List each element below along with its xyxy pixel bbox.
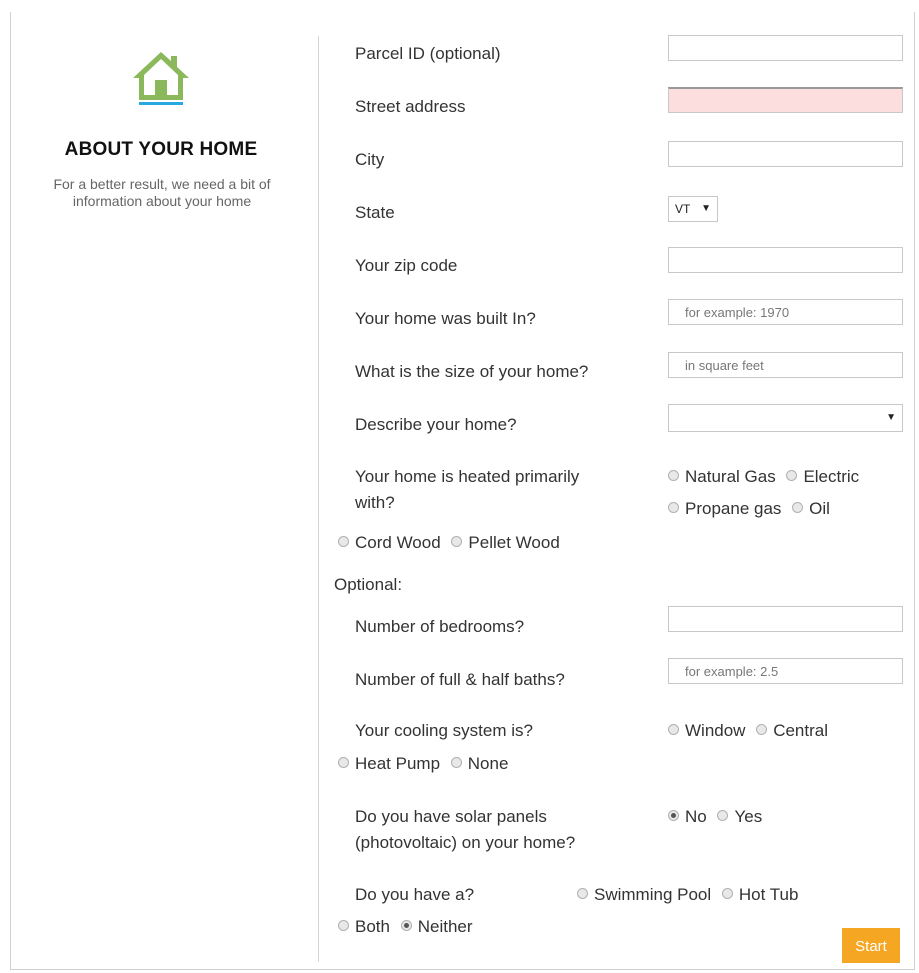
street-address-input[interactable] — [668, 87, 903, 113]
radio-central[interactable]: Central — [756, 718, 828, 744]
radio-both[interactable]: Both — [338, 914, 390, 940]
state-label: State — [355, 203, 395, 222]
baths-label: Number of full & half baths? — [355, 670, 565, 689]
pool-radio-row2: Both Neither — [338, 914, 479, 940]
zip-label: Your zip code — [355, 256, 458, 275]
solar-label-line1: Do you have solar panels — [355, 807, 547, 826]
city-label: City — [355, 150, 385, 169]
chevron-down-icon: ▼ — [701, 203, 711, 214]
radio-button[interactable] — [338, 757, 349, 768]
radio-swimming-pool[interactable]: Swimming Pool — [577, 882, 711, 908]
bedrooms-label: Number of bedrooms? — [355, 617, 525, 636]
radio-button[interactable] — [338, 920, 349, 931]
heating-radio-row3: Cord Wood Pellet Wood — [338, 530, 566, 556]
radio-solar-no[interactable]: No — [668, 804, 707, 830]
start-button[interactable]: Start — [842, 928, 900, 963]
column-divider — [318, 36, 319, 962]
radio-button-checked[interactable] — [668, 810, 679, 821]
radio-solar-yes[interactable]: Yes — [717, 804, 762, 830]
describe-select[interactable]: ▼ — [668, 404, 903, 432]
cooling-radio-row2: Heat Pump None — [338, 751, 514, 777]
radio-button[interactable] — [451, 536, 463, 547]
pool-radio-row1: Swimming Pool Hot Tub — [577, 882, 804, 908]
section-subtitle: For a better result, we need a bit of in… — [53, 176, 271, 209]
radio-hot-tub[interactable]: Hot Tub — [721, 882, 798, 908]
radio-button[interactable] — [786, 470, 798, 481]
cooling-radio-row1: Window Central — [668, 718, 834, 744]
radio-button-checked[interactable] — [400, 920, 412, 931]
radio-button[interactable] — [756, 724, 768, 735]
heating-radio-row2: Propane gas Oil — [668, 496, 836, 522]
radio-pellet-wood[interactable]: Pellet Wood — [451, 530, 560, 556]
size-label: What is the size of your home? — [355, 362, 589, 381]
radio-cord-wood[interactable]: Cord Wood — [338, 530, 441, 556]
radio-neither[interactable]: Neither — [400, 914, 473, 940]
radio-button[interactable] — [721, 888, 733, 899]
cooling-label: Your cooling system is? — [355, 721, 533, 740]
zip-input[interactable] — [668, 247, 903, 273]
baths-input[interactable] — [668, 658, 903, 684]
street-address-label: Street address — [355, 97, 466, 116]
state-select-value: VT — [675, 202, 691, 216]
radio-oil[interactable]: Oil — [792, 496, 830, 522]
optional-heading: Optional: — [334, 575, 403, 594]
radio-button[interactable] — [338, 536, 349, 547]
radio-button[interactable] — [792, 502, 804, 513]
heating-label-line1: Your home is heated primarily — [355, 467, 580, 486]
radio-heat-pump[interactable]: Heat Pump — [338, 751, 440, 777]
city-input[interactable] — [668, 141, 903, 167]
radio-window[interactable]: Window — [668, 718, 745, 744]
radio-button[interactable] — [668, 470, 679, 481]
radio-button[interactable] — [668, 724, 679, 735]
radio-none[interactable]: None — [450, 751, 508, 777]
house-icon — [133, 52, 189, 105]
heating-radio-row1: Natural Gas Electric — [668, 464, 865, 490]
radio-natural-gas[interactable]: Natural Gas — [668, 464, 776, 490]
radio-button[interactable] — [717, 810, 729, 821]
radio-propane-gas[interactable]: Propane gas — [668, 496, 781, 522]
solar-label-line2: (photovoltaic) on your home? — [355, 833, 576, 852]
pool-label: Do you have a? — [355, 885, 475, 904]
solar-radio-row: No Yes — [668, 804, 768, 830]
radio-button[interactable] — [450, 757, 462, 768]
parcel-id-input[interactable] — [668, 35, 903, 61]
size-input[interactable] — [668, 352, 903, 378]
radio-button[interactable] — [668, 502, 679, 513]
parcel-id-label: Parcel ID (optional) — [355, 44, 501, 63]
section-title: ABOUT YOUR HOME — [64, 139, 258, 160]
built-in-input[interactable] — [668, 299, 903, 325]
radio-electric[interactable]: Electric — [786, 464, 859, 490]
state-select[interactable]: VT ▼ — [668, 196, 718, 222]
bedrooms-input[interactable] — [668, 606, 903, 632]
chevron-down-icon: ▼ — [886, 412, 896, 423]
describe-label: Describe your home? — [355, 415, 517, 434]
heating-label-line2: with? — [355, 493, 395, 512]
built-in-label: Your home was built In? — [355, 309, 536, 328]
radio-button[interactable] — [577, 888, 588, 899]
